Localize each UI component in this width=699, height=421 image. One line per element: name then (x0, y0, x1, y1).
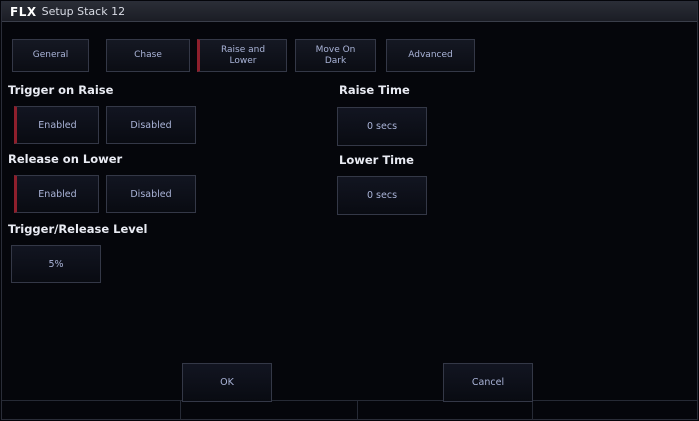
tab-move-on-dark-label: Move On Dark (315, 44, 356, 66)
release-on-lower-disabled-button[interactable]: Disabled (106, 175, 196, 213)
title-bar: FLX Setup Stack 12 (2, 2, 697, 22)
lower-time-value: 0 secs (366, 190, 398, 201)
release-on-lower-enabled-label: Enabled (38, 188, 77, 200)
cancel-button[interactable]: Cancel (443, 363, 533, 402)
trigger-on-raise-enabled-label: Enabled (38, 119, 77, 131)
lower-time-label: Lower Time (339, 153, 414, 167)
release-on-lower-enabled-button[interactable]: Enabled (14, 175, 99, 213)
tab-chase-label: Chase (134, 50, 162, 60)
tab-advanced-label: Advanced (408, 50, 453, 60)
app-brand: FLX (10, 4, 37, 19)
tab-general[interactable]: General (12, 39, 89, 72)
trigger-on-raise-disabled-button[interactable]: Disabled (106, 106, 196, 144)
release-on-lower-disabled-label: Disabled (130, 188, 172, 200)
trigger-release-level-label: Trigger/Release Level (8, 222, 148, 236)
lower-time-button[interactable]: 0 secs (337, 176, 427, 215)
tab-move-on-dark[interactable]: Move On Dark (295, 39, 376, 72)
tab-advanced[interactable]: Advanced (386, 39, 475, 72)
trigger-on-raise-label: Trigger on Raise (8, 83, 114, 97)
cancel-button-label: Cancel (471, 377, 505, 388)
tab-chase[interactable]: Chase (106, 39, 190, 72)
footer-separator-left (180, 400, 181, 420)
footer-divider (2, 400, 697, 401)
raise-time-value: 0 secs (366, 121, 398, 132)
ok-button[interactable]: OK (182, 363, 272, 402)
tab-general-label: General (32, 50, 69, 60)
tab-raise-and-lower[interactable]: Raise and Lower (197, 39, 287, 72)
footer-separator-right (532, 400, 533, 420)
trigger-on-raise-enabled-button[interactable]: Enabled (14, 106, 99, 144)
trigger-on-raise-disabled-label: Disabled (130, 119, 172, 131)
setup-stack-window: FLX Setup Stack 12 General Chase Raise a… (1, 1, 698, 420)
raise-time-label: Raise Time (339, 83, 410, 97)
window-title: Setup Stack 12 (41, 5, 126, 18)
raise-time-button[interactable]: 0 secs (337, 107, 427, 146)
tab-raise-and-lower-label: Raise and Lower (220, 44, 266, 66)
trigger-release-level-value: 5% (48, 258, 64, 270)
ok-button-label: OK (220, 377, 234, 388)
footer-separator-middle (357, 400, 358, 420)
release-on-lower-label: Release on Lower (8, 152, 123, 166)
trigger-release-level-button[interactable]: 5% (11, 245, 101, 283)
